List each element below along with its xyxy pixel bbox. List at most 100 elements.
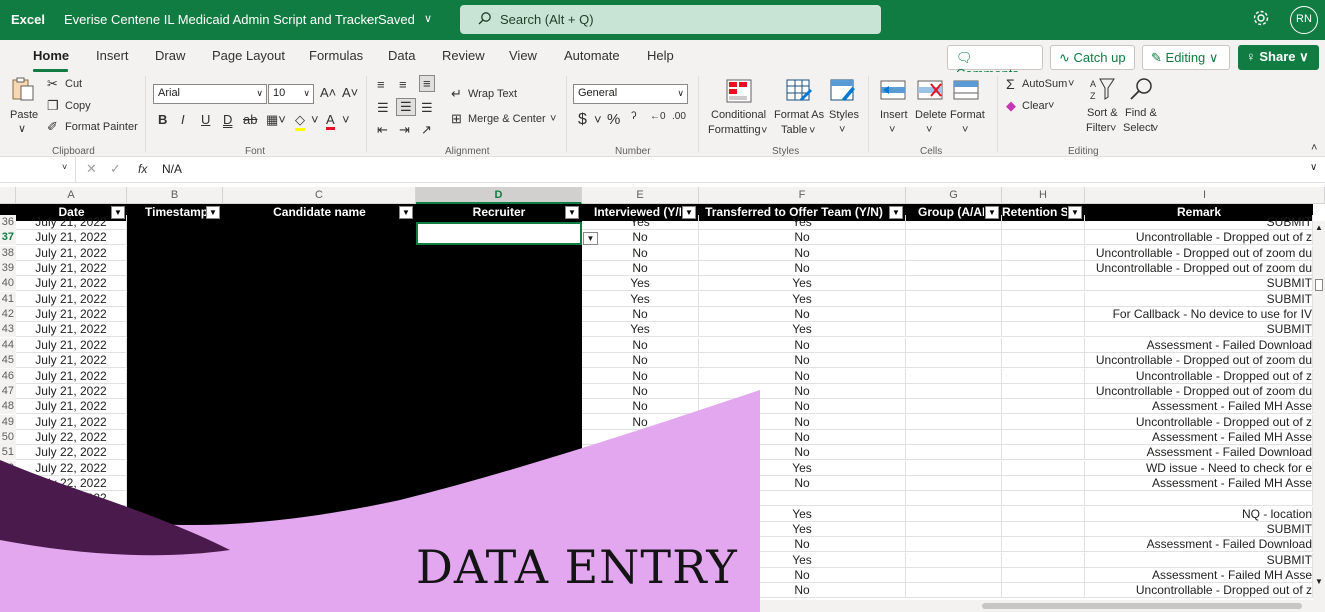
increase-indent-icon[interactable]: ⇥ <box>399 122 410 138</box>
cell-retention[interactable] <box>1002 261 1085 276</box>
row-header[interactable]: 36 <box>0 215 16 230</box>
row-header[interactable]: 37 <box>0 230 16 245</box>
cell-group[interactable] <box>906 583 1002 598</box>
cell-group[interactable] <box>906 384 1002 399</box>
column-header-c[interactable]: C <box>223 187 416 204</box>
active-cell[interactable] <box>416 222 582 245</box>
column-header-f[interactable]: F <box>699 187 906 204</box>
cell-transferred[interactable]: No <box>699 261 906 276</box>
cell-group[interactable] <box>906 353 1002 368</box>
cell-transferred[interactable]: No <box>699 369 906 384</box>
cell-retention[interactable] <box>1002 537 1085 552</box>
cell-group[interactable] <box>906 415 1002 430</box>
chevron-down-icon[interactable]: ˅ <box>889 124 895 136</box>
chevron-down-icon[interactable]: ˅ <box>550 113 556 125</box>
cell-date[interactable]: July 21, 2022 <box>16 246 127 261</box>
cancel-icon[interactable]: ✕ <box>86 161 97 177</box>
cell-group[interactable] <box>906 292 1002 307</box>
align-bottom-icon[interactable]: ≡ <box>419 75 435 92</box>
cell-group[interactable] <box>906 230 1002 245</box>
cell-remark[interactable]: WD issue - Need to check for e <box>1085 461 1313 476</box>
cell-retention[interactable] <box>1002 276 1085 291</box>
cell-remark[interactable]: Uncontrollable - Dropped out of z <box>1085 415 1313 430</box>
find-select-label[interactable]: Find & <box>1125 107 1157 119</box>
row-header[interactable]: 46 <box>0 369 16 384</box>
align-center-icon[interactable]: ☰ <box>396 98 416 116</box>
avatar[interactable]: RN <box>1290 6 1318 34</box>
cell-styles-label[interactable]: Styles <box>829 109 859 121</box>
row-header[interactable]: 43 <box>0 322 16 337</box>
chevron-down-icon[interactable]: ∨ <box>18 122 26 135</box>
cell-retention[interactable] <box>1002 384 1085 399</box>
tab-draw[interactable]: Draw <box>155 48 185 63</box>
cell-retention[interactable] <box>1002 430 1085 445</box>
decrease-indent-icon[interactable]: ⇤ <box>377 122 388 138</box>
chevron-down-icon[interactable]: ˅ <box>1068 78 1074 90</box>
cell-date[interactable]: July 21, 2022 <box>16 322 127 337</box>
align-middle-icon[interactable]: ≡ <box>399 77 407 92</box>
search-box[interactable]: Search (Alt + Q) <box>460 5 881 34</box>
cell-transferred[interactable]: No <box>699 338 906 353</box>
cell-remark[interactable]: Assessment - Failed MH Asse <box>1085 476 1313 491</box>
tab-data[interactable]: Data <box>388 48 415 63</box>
cell-retention[interactable] <box>1002 522 1085 537</box>
sort-filter-icon[interactable]: AZ <box>1089 77 1115 101</box>
cell-group[interactable] <box>906 476 1002 491</box>
tab-review[interactable]: Review <box>442 48 485 63</box>
row-header[interactable]: 40 <box>0 276 16 291</box>
clear-button[interactable]: Clear <box>1022 100 1048 112</box>
chevron-down-icon[interactable]: ˅ <box>839 124 845 136</box>
format-as-table-label-2[interactable]: Table <box>781 124 807 136</box>
cell-retention[interactable] <box>1002 399 1085 414</box>
cell-date[interactable]: July 21, 2022 <box>16 369 127 384</box>
cell-remark[interactable]: SUBMIT <box>1085 292 1313 307</box>
autosum-button[interactable]: AutoSum <box>1022 78 1067 90</box>
select-all-corner[interactable] <box>0 187 16 204</box>
font-name-select[interactable]: Arial ∨ <box>153 84 267 104</box>
cell-date[interactable]: July 21, 2022 <box>16 353 127 368</box>
cell-group[interactable] <box>906 430 1002 445</box>
insert-cells-icon[interactable] <box>880 79 906 103</box>
cell-retention[interactable] <box>1002 307 1085 322</box>
app-name[interactable]: Excel <box>11 12 45 27</box>
tab-home[interactable]: Home <box>33 48 69 63</box>
cell-styles-icon[interactable] <box>830 79 856 103</box>
column-header-e[interactable]: E <box>582 187 699 204</box>
delete-cells-icon[interactable] <box>917 79 943 103</box>
column-header-h[interactable]: H <box>1002 187 1085 204</box>
cell-retention[interactable] <box>1002 583 1085 598</box>
cell-group[interactable] <box>906 491 1002 506</box>
format-cells-icon[interactable] <box>953 79 979 103</box>
align-top-icon[interactable]: ≡ <box>377 77 385 92</box>
cell-date[interactable]: July 21, 2022 <box>16 261 127 276</box>
cut-button[interactable]: Cut <box>65 78 82 90</box>
formula-input[interactable]: N/A <box>162 162 182 176</box>
cell-group[interactable] <box>906 215 1002 230</box>
scroll-up-icon[interactable]: ▲ <box>1315 223 1323 232</box>
sort-filter-label-2[interactable]: Filter <box>1086 122 1110 134</box>
strikethrough-icon[interactable]: ab <box>243 112 257 127</box>
number-format-select[interactable]: General ∨ <box>573 84 688 104</box>
cell-remark[interactable] <box>1085 491 1313 506</box>
italic-icon[interactable]: I <box>181 112 185 127</box>
cell-date[interactable]: July 21, 2022 <box>16 276 127 291</box>
column-header-d[interactable]: D <box>416 187 582 204</box>
tab-view[interactable]: View <box>509 48 537 63</box>
scroll-thumb[interactable] <box>982 603 1302 609</box>
catch-up-button[interactable]: ∿ Catch up <box>1050 45 1135 70</box>
cell-retention[interactable] <box>1002 461 1085 476</box>
font-color-icon[interactable]: A <box>326 112 335 130</box>
cell-dropdown-icon[interactable]: ▼ <box>583 232 598 245</box>
format-cells-label[interactable]: Format <box>950 109 985 121</box>
cell-remark[interactable]: Uncontrollable - Dropped out of zoom du <box>1085 353 1313 368</box>
cell-transferred[interactable]: No <box>699 230 906 245</box>
cell-interviewed[interactable]: No <box>582 369 699 384</box>
enter-icon[interactable]: ✓ <box>110 161 121 177</box>
cell-interviewed[interactable]: No <box>582 353 699 368</box>
horizontal-scrollbar[interactable] <box>760 600 1325 612</box>
decrease-font-icon[interactable]: A˅ <box>342 85 358 100</box>
bold-icon[interactable]: B <box>158 112 167 127</box>
merge-center-button[interactable]: Merge & Center <box>468 113 546 125</box>
format-as-table-icon[interactable] <box>786 79 812 103</box>
cell-retention[interactable] <box>1002 338 1085 353</box>
